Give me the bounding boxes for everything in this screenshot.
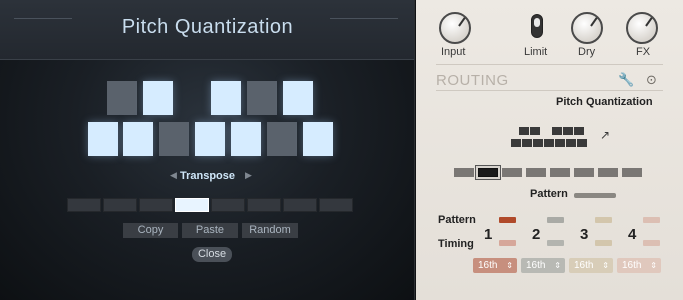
note-key-d-sharp[interactable] (143, 81, 173, 115)
spinner-arrows-icon: ⇕ (554, 261, 561, 270)
lane-2-rate-dropdown[interactable]: 16th ⇕ (521, 258, 565, 273)
routing-pattern-slot-2[interactable] (478, 168, 498, 177)
note-key-a-sharp[interactable] (283, 81, 313, 115)
lane-4-rate-value: 16th (622, 260, 642, 271)
mini-key (574, 127, 584, 135)
editor-header: Pitch Quantization (0, 0, 414, 60)
lane-4-timing-segment[interactable] (643, 240, 660, 246)
wrench-icon[interactable]: 🔧 (618, 72, 634, 88)
fx-label: FX (636, 46, 651, 58)
lane-3-pattern-segment[interactable] (595, 217, 612, 223)
dry-knob[interactable] (571, 12, 603, 44)
lane-4-number: 4 (628, 226, 637, 243)
limit-switch[interactable] (531, 14, 543, 38)
spinner-arrows-icon: ⇕ (602, 261, 609, 270)
limit-label: Limit (524, 46, 548, 58)
routing-pattern-slot-7[interactable] (598, 168, 618, 177)
mini-key (555, 139, 565, 147)
lane-4-rate-dropdown[interactable]: 16th ⇕ (617, 258, 661, 273)
pattern-slot-1[interactable] (67, 198, 101, 212)
routing-panel: Input Limit Dry FX ROUTING 🔧 ⊙ Pitch Qua… (416, 0, 683, 300)
mini-key (544, 139, 554, 147)
lane-2-number: 2 (532, 226, 541, 243)
mini-key (577, 139, 587, 147)
paste-button[interactable]: Paste (182, 223, 238, 238)
transpose-right-arrow-icon[interactable]: ▶ (245, 170, 252, 181)
pattern-slot-4[interactable] (175, 198, 209, 212)
lane-1-pattern-segment[interactable] (499, 217, 516, 223)
mini-key (566, 139, 576, 147)
expand-arrow-icon[interactable]: ↗ (600, 128, 610, 142)
mini-key (519, 127, 529, 135)
close-button[interactable]: Close (192, 247, 232, 262)
power-icon[interactable]: ⊙ (646, 72, 657, 88)
mini-key (552, 127, 562, 135)
lane-3-rate-value: 16th (574, 260, 594, 271)
note-key-g-sharp[interactable] (247, 81, 277, 115)
note-key-a[interactable] (267, 122, 297, 156)
mini-key (563, 127, 573, 135)
timing-row-label: Timing (438, 238, 474, 250)
fx-knob-indicator (645, 17, 653, 27)
pattern-slot-8[interactable] (319, 198, 353, 212)
note-key-e[interactable] (159, 122, 189, 156)
routing-pattern-slot-6[interactable] (574, 168, 594, 177)
input-knob[interactable] (439, 12, 471, 44)
routing-title: ROUTING (436, 72, 509, 89)
routing-pattern-slot-8[interactable] (622, 168, 642, 177)
input-label: Input (441, 46, 466, 58)
lane-3-number: 3 (580, 226, 589, 243)
note-key-d[interactable] (123, 122, 153, 156)
pattern-row-label: Pattern (438, 214, 476, 226)
dry-knob-indicator (590, 17, 598, 27)
spinner-arrows-icon: ⇕ (650, 261, 657, 270)
pitch-quantization-editor: Pitch Quantization ◀ Transpose ▶ Copy Pa… (0, 0, 415, 300)
note-key-c-sharp[interactable] (107, 81, 137, 115)
pattern-slot-2[interactable] (103, 198, 137, 212)
mini-key (522, 139, 532, 147)
routing-pattern-slot-4[interactable] (526, 168, 546, 177)
note-key-g[interactable] (231, 122, 261, 156)
limit-switch-toggle (534, 18, 540, 27)
lane-1-timing-segment[interactable] (499, 240, 516, 246)
controls-divider (436, 64, 663, 65)
spinner-arrows-icon: ⇕ (506, 261, 513, 270)
pattern-slot-6[interactable] (247, 198, 281, 212)
mini-key (511, 139, 521, 147)
lane-2-timing-segment[interactable] (547, 240, 564, 246)
routing-module-name: Pitch Quantization (556, 96, 653, 108)
pattern-slot-7[interactable] (283, 198, 317, 212)
mini-key (530, 127, 540, 135)
note-key-b[interactable] (303, 122, 333, 156)
lane-3-timing-segment[interactable] (595, 240, 612, 246)
routing-pattern-slot-5[interactable] (550, 168, 570, 177)
lane-2-rate-value: 16th (526, 260, 546, 271)
copy-button[interactable]: Copy (123, 223, 178, 238)
routing-pattern-label: Pattern (530, 188, 568, 200)
lane-2-pattern-segment[interactable] (547, 217, 564, 223)
lane-1-number: 1 (484, 226, 493, 243)
random-button[interactable]: Random (242, 223, 298, 238)
pattern-slider[interactable] (574, 193, 616, 198)
lane-1-rate-value: 16th (478, 260, 498, 271)
mini-key (533, 139, 543, 147)
pattern-slot-3[interactable] (139, 198, 173, 212)
routing-divider (436, 90, 663, 91)
pattern-slot-5[interactable] (211, 198, 245, 212)
lane-3-rate-dropdown[interactable]: 16th ⇕ (569, 258, 613, 273)
dry-label: Dry (578, 46, 596, 58)
note-key-c[interactable] (88, 122, 118, 156)
input-knob-indicator (458, 17, 466, 27)
lane-4-pattern-segment[interactable] (643, 217, 660, 223)
fx-knob[interactable] (626, 12, 658, 44)
note-key-f[interactable] (195, 122, 225, 156)
transpose-label[interactable]: Transpose (0, 170, 414, 182)
routing-pattern-slot-1[interactable] (454, 168, 474, 177)
note-key-f-sharp[interactable] (211, 81, 241, 115)
routing-pattern-slot-3[interactable] (502, 168, 522, 177)
editor-title: Pitch Quantization (121, 16, 294, 38)
lane-1-rate-dropdown[interactable]: 16th ⇕ (473, 258, 517, 273)
